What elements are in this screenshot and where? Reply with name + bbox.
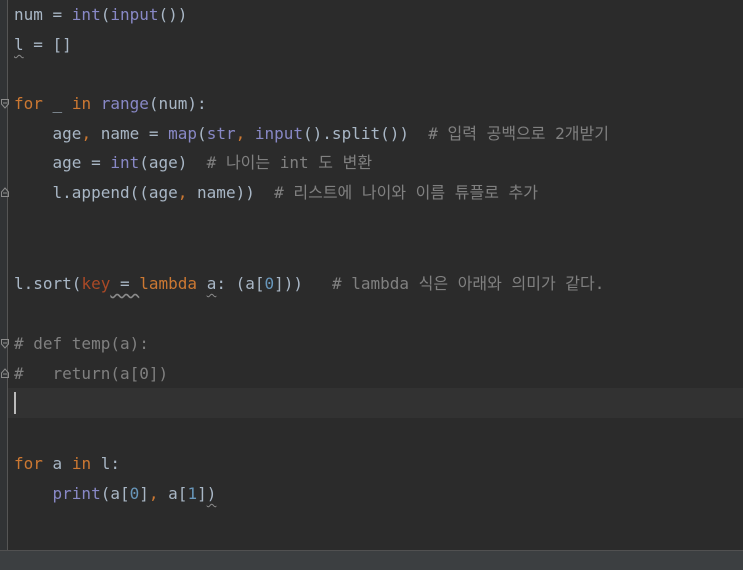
code-token: name)) bbox=[187, 183, 275, 202]
code-line-7[interactable]: l.append((age, name)) # 리스트에 나이와 이름 튜플로 … bbox=[14, 178, 538, 208]
code-token-param: key bbox=[81, 274, 111, 293]
code-token: ] bbox=[197, 484, 207, 503]
text-caret bbox=[14, 392, 16, 414]
code-line-17[interactable]: print(a[0], a[1]) bbox=[14, 479, 217, 509]
code-comment: # 리스트에 나이와 이름 튜플로 추가 bbox=[274, 183, 538, 202]
code-token-builtin: map bbox=[168, 124, 198, 143]
fold-close-icon[interactable] bbox=[1, 187, 9, 197]
code-comment: # 나이는 int 도 변환 bbox=[206, 153, 373, 172]
code-token: l: bbox=[91, 454, 120, 473]
code-token: _ bbox=[42, 94, 72, 113]
code-token: = [] bbox=[23, 35, 72, 54]
code-token-warning: ) bbox=[206, 484, 217, 503]
code-token-keyword: in bbox=[71, 454, 92, 473]
code-token-number: 0 bbox=[129, 484, 140, 503]
code-editor[interactable]: num = int(input()) l = [] for _ in range… bbox=[0, 0, 743, 570]
current-line-highlight bbox=[8, 388, 743, 418]
code-token: l.append((age bbox=[14, 183, 178, 202]
code-token-warning: = bbox=[110, 274, 140, 293]
code-token-builtin: range bbox=[100, 94, 149, 113]
fold-close-icon[interactable] bbox=[1, 368, 9, 378]
code-token-punct: , bbox=[148, 484, 159, 503]
bottom-status-bar bbox=[0, 550, 743, 570]
code-line-10[interactable]: l.sort(key = lambda a: (a[0])) # lambda … bbox=[14, 269, 604, 299]
code-token-punct: , bbox=[177, 183, 188, 202]
code-token-warning: l bbox=[14, 35, 24, 54]
code-token-builtin: print bbox=[52, 484, 101, 503]
code-token-builtin: int bbox=[110, 153, 140, 172]
code-token: age = bbox=[14, 153, 111, 172]
code-token: l.sort( bbox=[14, 274, 82, 293]
code-comment: # def temp(a): bbox=[14, 334, 149, 353]
code-token: name = bbox=[91, 124, 169, 143]
code-token-keyword: lambda bbox=[139, 274, 198, 293]
code-token: num = bbox=[14, 5, 72, 24]
code-token: a bbox=[42, 454, 72, 473]
code-line-1[interactable]: num = int(input()) bbox=[14, 0, 187, 30]
code-token: (age) bbox=[139, 153, 207, 172]
code-token: age bbox=[14, 124, 82, 143]
code-token: ( bbox=[100, 5, 111, 24]
code-line-6[interactable]: age = int(age) # 나이는 int 도 변환 bbox=[14, 148, 373, 178]
code-token-keyword: in bbox=[71, 94, 92, 113]
code-line-5[interactable]: age, name = map(str, input().split()) # … bbox=[14, 119, 609, 149]
code-line-4[interactable]: for _ in range(num): bbox=[14, 89, 207, 119]
code-token: (a[ bbox=[100, 484, 130, 503]
code-token-builtin: str bbox=[206, 124, 236, 143]
code-token: ( bbox=[197, 124, 207, 143]
code-token-warning: a bbox=[206, 274, 217, 293]
code-token: a[ bbox=[158, 484, 188, 503]
code-token-number: 1 bbox=[187, 484, 198, 503]
fold-open-icon[interactable] bbox=[1, 339, 9, 349]
code-comment: # 입력 공백으로 2개받기 bbox=[428, 124, 609, 143]
code-comment: # return(a[0]) bbox=[14, 364, 169, 383]
code-line-13[interactable]: # return(a[0]) bbox=[14, 359, 168, 389]
code-line-16[interactable]: for a in l: bbox=[14, 449, 120, 479]
code-token: ()) bbox=[158, 5, 188, 24]
code-token-number: 0 bbox=[264, 274, 275, 293]
code-token-builtin: int bbox=[71, 5, 101, 24]
code-token-builtin: input bbox=[110, 5, 159, 24]
code-token: ().split()) bbox=[303, 124, 429, 143]
code-token-punct: , bbox=[81, 124, 92, 143]
editor-gutter bbox=[0, 0, 8, 550]
code-comment: # lambda 식은 아래와 의미가 같다. bbox=[331, 274, 605, 293]
code-token-builtin: input bbox=[254, 124, 304, 143]
code-token-keyword: for bbox=[14, 454, 43, 473]
code-token: ] bbox=[139, 484, 149, 503]
code-line-2[interactable]: l = [] bbox=[14, 30, 72, 60]
code-token: (num): bbox=[148, 94, 207, 113]
code-token-punct: , bbox=[235, 124, 255, 143]
code-line-12[interactable]: # def temp(a): bbox=[14, 329, 149, 359]
code-token: ])) bbox=[274, 274, 332, 293]
code-token-keyword: for bbox=[14, 94, 43, 113]
fold-open-icon[interactable] bbox=[1, 99, 9, 109]
code-token: : (a[ bbox=[216, 274, 265, 293]
